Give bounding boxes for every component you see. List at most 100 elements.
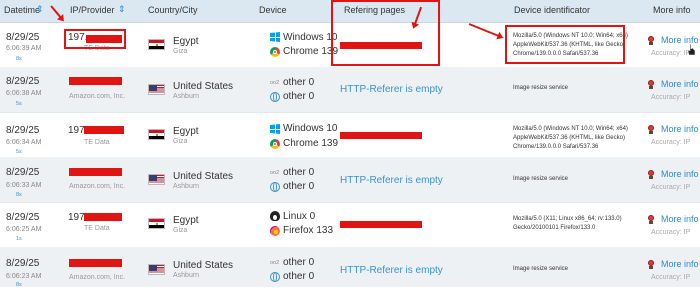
country-name: United States xyxy=(173,81,234,92)
visit-time: 6:06:39 AM xyxy=(6,45,42,52)
user-agent: Image resize service xyxy=(513,266,569,272)
isp-name: Amazon.com, Inc. xyxy=(69,93,126,100)
os-name: other 0 xyxy=(283,77,315,88)
browser-name: other 0 xyxy=(283,271,315,282)
redaction-mark xyxy=(340,221,422,228)
egypt-flag-icon xyxy=(148,218,165,229)
header-datetime[interactable]: Datetime xyxy=(4,5,40,15)
user-agent: Mozilla/5.0 (Windows NT 10.0; Win64; x64… xyxy=(513,126,628,150)
city-name: Giza xyxy=(173,138,188,145)
more-info-link[interactable]: More info xyxy=(661,259,699,269)
table-row: 8/29/25 6:06:33 AM 8s Amazon.com, Inc. U… xyxy=(0,157,700,203)
isp-name: TE Data xyxy=(84,139,110,146)
isp-name: TE Data xyxy=(84,225,110,232)
browser-name: other 0 xyxy=(283,91,315,102)
header-ip-provider[interactable]: IP/Provider xyxy=(70,5,115,15)
map-pin-icon[interactable] xyxy=(647,80,655,89)
map-pin-icon[interactable] xyxy=(647,215,655,224)
more-info-link[interactable]: More info xyxy=(661,169,699,179)
chrome-icon xyxy=(270,139,280,149)
redaction-mark xyxy=(69,168,122,176)
other-device-icon: oo2 xyxy=(270,260,280,266)
header-more-info[interactable]: More info xyxy=(653,5,691,15)
sort-icon[interactable]: ⇕ xyxy=(36,4,44,15)
browser-name: Chrome 139 xyxy=(283,46,339,57)
city-name: Ashburn xyxy=(173,183,200,190)
table-row: 8/29/25 6:06:34 AM 5s 197. TE Data Egypt… xyxy=(0,112,700,158)
os-name: Windows 10 xyxy=(283,32,338,43)
map-pin-icon[interactable] xyxy=(647,260,655,269)
globe-icon xyxy=(270,272,280,282)
table-row: 8/29/25 6:06:25 AM 1s 197. TE Data Egypt… xyxy=(0,202,700,248)
visit-time: 6:06:25 AM xyxy=(6,226,42,233)
visit-time: 6:06:34 AM xyxy=(6,139,42,146)
accuracy-label: Accuracy: IP xyxy=(651,50,691,57)
referer-empty: HTTP-Referer is empty xyxy=(340,84,443,95)
visit-time: 6:06:33 AM xyxy=(6,182,42,189)
more-info-link[interactable]: More info xyxy=(661,214,699,224)
us-flag-icon xyxy=(148,264,165,275)
us-flag-icon xyxy=(148,84,165,95)
table-row: 8/29/25 6:06:23 AM 8s Amazon.com, Inc. U… xyxy=(0,247,700,288)
country-name: United States xyxy=(173,171,234,182)
visit-ago: 5s xyxy=(16,101,22,107)
redaction-mark xyxy=(340,132,422,139)
isp-name: Amazon.com, Inc. xyxy=(69,183,126,190)
map-pin-icon[interactable] xyxy=(647,170,655,179)
highlight-box-referer xyxy=(331,0,440,66)
country-name: United States xyxy=(173,260,234,271)
referer-empty: HTTP-Referer is empty xyxy=(340,175,443,186)
user-agent: Image resize service xyxy=(513,176,569,182)
egypt-flag-icon xyxy=(148,129,165,140)
visit-time: 6:06:38 AM xyxy=(6,90,42,97)
redaction-mark xyxy=(69,77,122,85)
visit-ago: 1s xyxy=(16,236,22,242)
city-name: Ashburn xyxy=(173,93,200,100)
windows-icon xyxy=(270,124,280,134)
more-info-link[interactable]: More info xyxy=(661,79,699,89)
os-name: Windows 10 xyxy=(283,123,338,134)
sort-icon[interactable]: ⇕ xyxy=(118,4,126,15)
more-info-link[interactable]: More info xyxy=(661,124,699,134)
visit-date: 8/29/25 xyxy=(6,212,40,223)
visit-date: 8/29/25 xyxy=(6,76,40,87)
visit-date: 8/29/25 xyxy=(6,258,40,269)
user-agent: Mozilla/5.0 (X11; Linux x86_64; rv:133.0… xyxy=(513,216,622,231)
visit-ago: 5s xyxy=(16,149,22,155)
globe-icon xyxy=(270,92,280,102)
map-pin-icon[interactable] xyxy=(647,125,655,134)
other-device-icon: oo2 xyxy=(270,170,280,176)
globe-icon xyxy=(270,182,280,192)
os-name: other 0 xyxy=(283,167,315,178)
accuracy-label: Accuracy: IP xyxy=(651,229,691,236)
windows-icon xyxy=(270,32,280,42)
egypt-flag-icon xyxy=(148,39,165,50)
table-row: 8/29/25 6:06:38 AM 5s Amazon.com, Inc. U… xyxy=(0,67,700,113)
accuracy-label: Accuracy: IP xyxy=(651,184,691,191)
os-name: Linux 0 xyxy=(283,211,316,222)
firefox-icon xyxy=(270,226,280,236)
city-name: Giza xyxy=(173,48,188,55)
us-flag-icon xyxy=(148,174,165,185)
visit-ago: 8s xyxy=(16,192,22,198)
user-agent: Image resize service xyxy=(513,85,569,91)
header-device[interactable]: Device xyxy=(259,5,287,15)
redaction-mark xyxy=(84,213,122,221)
isp-name: Amazon.com, Inc. xyxy=(69,274,126,281)
browser-name: Chrome 139 xyxy=(283,138,339,149)
accuracy-label: Accuracy: IP xyxy=(651,139,691,146)
os-name: other 0 xyxy=(283,257,315,268)
accuracy-label: Accuracy: IP xyxy=(651,274,691,281)
visit-time: 6:06:23 AM xyxy=(6,273,42,280)
browser-name: Firefox 133 xyxy=(283,225,334,236)
header-country-city[interactable]: Country/City xyxy=(148,5,198,15)
other-device-icon: oo2 xyxy=(270,80,280,86)
redaction-mark xyxy=(84,126,124,134)
header-device-identificator[interactable]: Device identificator xyxy=(514,5,590,15)
highlight-box-ip xyxy=(64,29,126,49)
visit-ago: 8s xyxy=(16,56,22,62)
visit-date: 8/29/25 xyxy=(6,32,40,43)
map-pin-icon[interactable] xyxy=(647,36,655,45)
accuracy-label: Accuracy: IP xyxy=(651,94,691,101)
browser-name: other 0 xyxy=(283,181,315,192)
